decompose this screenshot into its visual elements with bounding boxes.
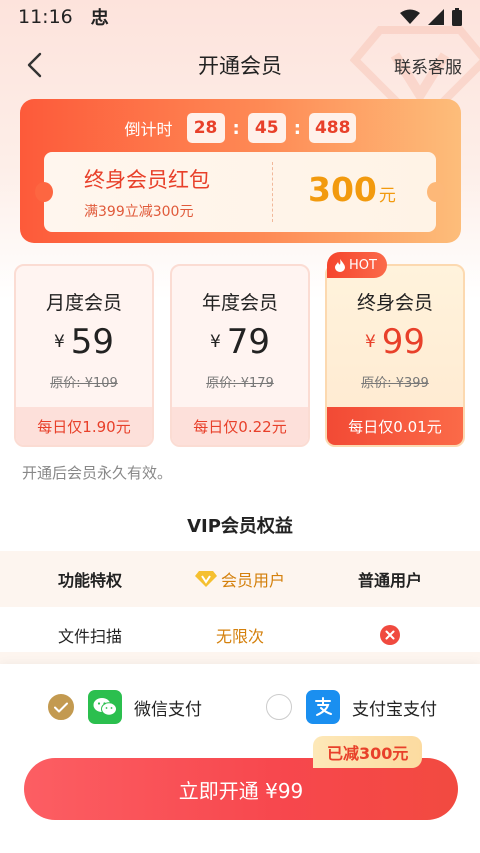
countdown-label: 倒计时 xyxy=(124,120,173,139)
alipay-icon xyxy=(306,690,340,724)
coupon-amount-value: 300 xyxy=(308,170,377,209)
currency-symbol: ¥ xyxy=(364,332,376,352)
plan-daily-price: 每日仅1.90元 xyxy=(16,407,152,445)
plan-name: 终身会员 xyxy=(356,292,433,314)
table-divider xyxy=(0,652,480,664)
plan-price: ¥59 xyxy=(16,322,152,362)
check-icon xyxy=(54,702,68,712)
hot-badge-label: HOT xyxy=(349,257,377,273)
pay-option-alipay[interactable]: 支付宝支付 xyxy=(266,690,437,724)
wechat-pay-icon xyxy=(88,690,122,724)
plan-price-value: 79 xyxy=(226,322,271,362)
coupon-divider xyxy=(272,162,273,222)
plan-original-price: 原价: ¥179 xyxy=(206,376,274,391)
discount-tag: 已减300元 xyxy=(313,736,423,768)
alipay-radio[interactable] xyxy=(266,694,292,720)
feature-name: 文件扫描 xyxy=(57,627,122,646)
countdown-separator: : xyxy=(232,117,240,139)
plan-daily-price: 每日仅0.22元 xyxy=(172,407,308,445)
coupon-amount-unit: 元 xyxy=(378,186,396,206)
status-bar: 11:16 忠 xyxy=(0,0,480,34)
plan-price-value: 99 xyxy=(381,322,426,362)
nav-bar: 开通会员 联系客服 xyxy=(0,40,480,90)
plan-name: 年度会员 xyxy=(201,292,278,314)
promo-banner: 倒计时 28 : 45 : 488 终身会员红包 满399立减300元 300 元 xyxy=(20,99,461,243)
countdown-millis: 488 xyxy=(308,113,357,143)
plan-price: ¥79 xyxy=(172,322,308,362)
header-feature: 功能特权 xyxy=(57,571,122,590)
header-vip-label: 会员用户 xyxy=(220,571,285,590)
notification-app-icon: 忠 xyxy=(90,8,109,29)
signal-icon xyxy=(428,9,444,25)
hot-badge: HOT xyxy=(327,252,387,278)
countdown: 倒计时 28 : 45 : 488 xyxy=(20,113,461,143)
benefits-header-row: 功能特权 会员用户 普通用户 xyxy=(0,551,480,607)
plan-card-monthly[interactable]: 月度会员 ¥59 原价: ¥109 每日仅1.90元 xyxy=(14,264,154,447)
plan-name: 月度会员 xyxy=(45,292,122,314)
wechat-pay-label: 微信支付 xyxy=(134,699,202,720)
pay-option-wechat[interactable]: 微信支付 xyxy=(48,690,202,724)
wechat-radio[interactable] xyxy=(48,694,74,720)
normal-value xyxy=(300,625,480,645)
currency-symbol: ¥ xyxy=(53,332,65,352)
coupon-amount: 300 元 xyxy=(308,170,396,209)
plan-list: 月度会员 ¥59 原价: ¥109 每日仅1.90元 年度会员 ¥79 原价: … xyxy=(14,252,466,449)
status-indicators xyxy=(400,8,462,26)
plan-original-price: 原价: ¥109 xyxy=(50,376,118,391)
coupon-title: 终身会员红包 xyxy=(84,168,210,192)
battery-icon xyxy=(452,8,462,26)
plan-original-price: 原价: ¥399 xyxy=(361,376,429,391)
plan-card-yearly[interactable]: 年度会员 ¥79 原价: ¥179 每日仅0.22元 xyxy=(170,264,310,447)
cross-icon xyxy=(380,625,400,645)
coupon-condition: 满399立减300元 xyxy=(84,204,194,220)
benefits-title: VIP会员权益 xyxy=(187,516,293,537)
vip-badge-icon xyxy=(194,571,217,587)
header-vip: 会员用户 xyxy=(180,567,300,591)
currency-symbol: ¥ xyxy=(209,332,221,352)
plan-price-value: 59 xyxy=(70,322,115,362)
alipay-label: 支付宝支付 xyxy=(352,699,437,720)
header-normal: 普通用户 xyxy=(357,571,422,590)
plan-price: ¥99 xyxy=(327,322,463,362)
benefits-table: 功能特权 会员用户 普通用户 文件扫描 无限次 xyxy=(0,551,480,663)
countdown-separator: : xyxy=(293,117,301,139)
coupon-card: 终身会员红包 满399立减300元 300 元 xyxy=(35,152,445,232)
wifi-icon xyxy=(400,9,420,24)
contact-service-link[interactable]: 联系客服 xyxy=(394,53,462,78)
countdown-hours: 28 xyxy=(186,113,225,143)
plan-daily-price: 每日仅0.01元 xyxy=(327,407,463,445)
validity-note: 开通后会员永久有效。 xyxy=(22,464,173,482)
countdown-minutes: 45 xyxy=(247,113,286,143)
vip-value: 无限次 xyxy=(215,627,264,646)
status-time: 11:16 xyxy=(18,6,73,28)
plan-card-lifetime[interactable]: HOT 终身会员 ¥99 原价: ¥399 每日仅0.01元 xyxy=(325,252,465,447)
flame-icon xyxy=(335,258,345,272)
